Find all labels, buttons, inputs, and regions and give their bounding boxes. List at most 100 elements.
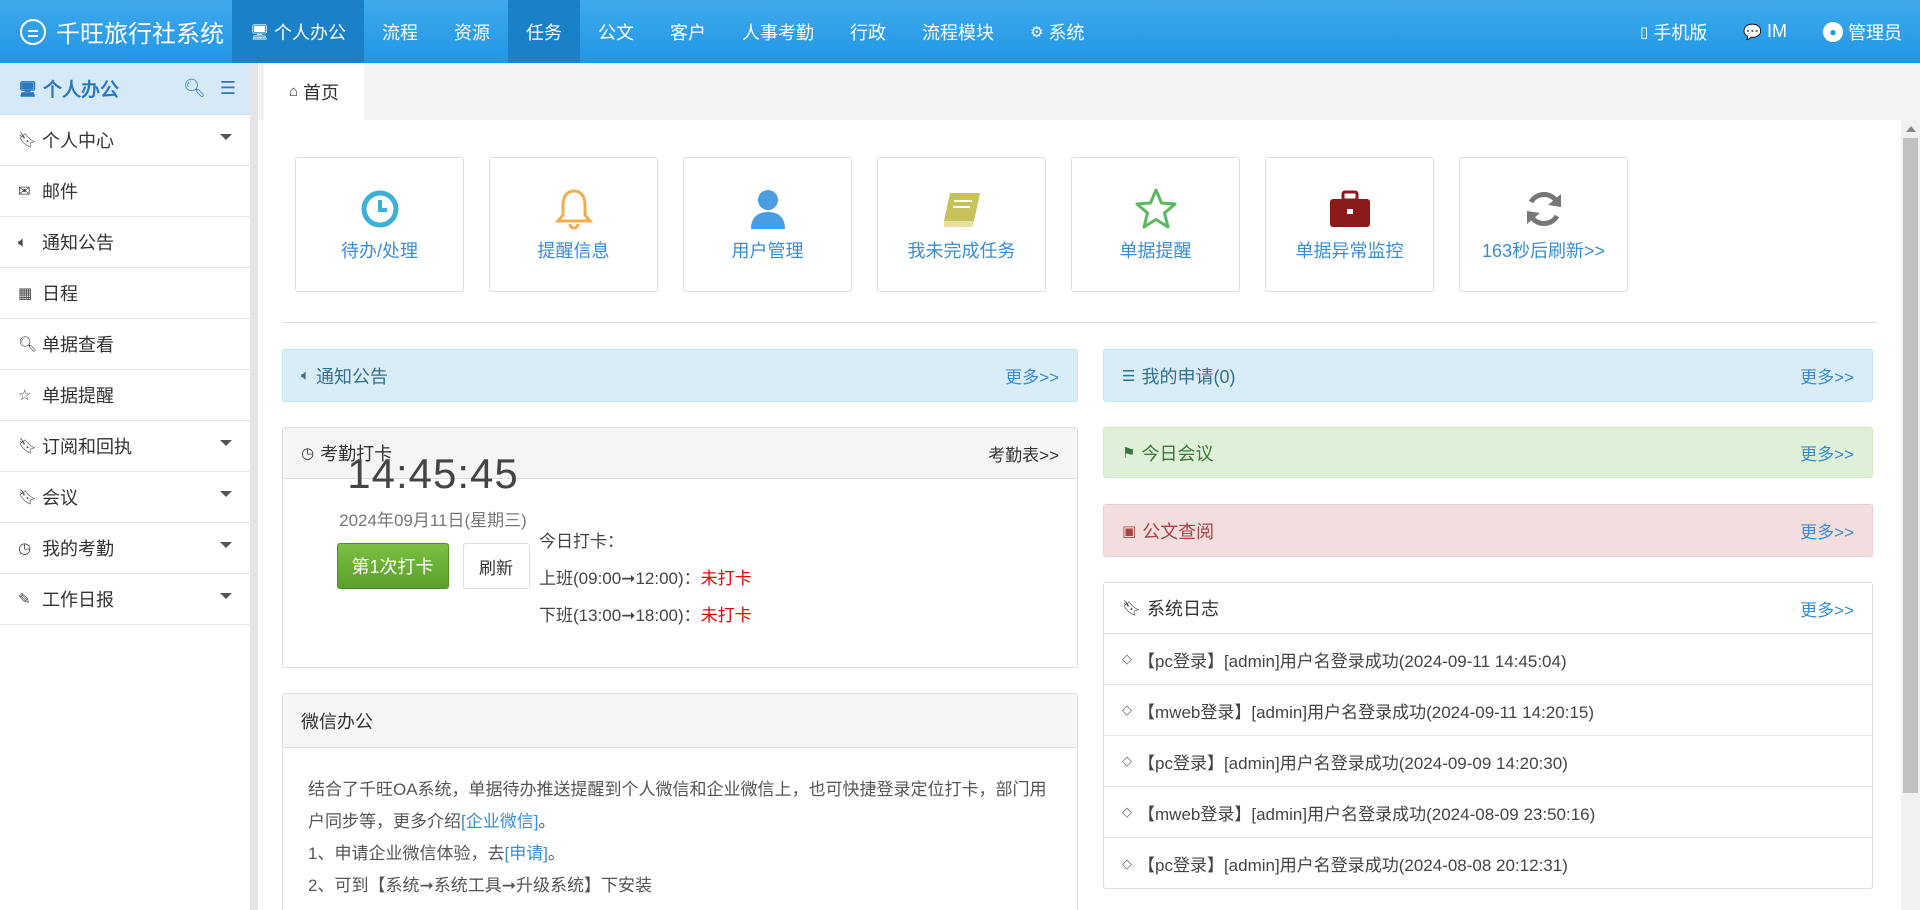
sidebar-item-document-reminder[interactable]: ☆ 单据提醒 — [0, 370, 250, 421]
caret-down-icon — [220, 593, 232, 599]
list-item[interactable]: ◇ 【mweb登录】[admin]用户名登录成功(2024-08-09 23:50… — [1104, 787, 1872, 838]
calendar-icon: ▦ — [18, 285, 33, 302]
search-icon[interactable]: 🔍︎ — [183, 78, 206, 99]
sidebar-item-subscription[interactable]: 🔖︎ 订阅和回执 — [0, 421, 250, 472]
mobile-icon: ▯ — [1640, 23, 1649, 41]
main-scrollbar[interactable] — [1901, 120, 1920, 910]
menu-icon[interactable]: ☰ — [220, 78, 236, 99]
gear-icon: ⚙ — [1030, 23, 1044, 41]
tile-document-reminder[interactable]: 单据提醒 — [1071, 157, 1240, 292]
avatar: ● — [1823, 21, 1843, 42]
chat-logo-icon — [20, 18, 46, 45]
bookmark-icon: 🔖︎ — [18, 489, 38, 506]
user-menu[interactable]: ● 管理员 — [1805, 0, 1920, 63]
today-punch-label: 今日打卡： — [539, 532, 624, 551]
my-apply-panel: ☰ 我的申请(0) 更多>> — [1103, 349, 1873, 402]
scroll-up-icon[interactable] — [1906, 126, 1916, 132]
star-icon — [1134, 187, 1178, 231]
home-icon: ⌂ — [288, 83, 299, 100]
sidebar-item-notice[interactable]: 🔈︎ 通知公告 — [0, 217, 250, 268]
bookmark-icon: 🔖︎ — [18, 438, 38, 455]
tile-unfinished-tasks[interactable]: 我未完成任务 — [877, 157, 1046, 292]
nav-item-process-module[interactable]: 流程模块 — [904, 0, 1012, 63]
sidebar-item-document-view[interactable]: 🔍︎ 单据查看 — [0, 319, 250, 370]
sidebar-item-my-attendance[interactable]: ◷ 我的考勤 — [0, 523, 250, 574]
my-apply-header: ☰ 我的申请(0) 更多>> — [1104, 350, 1872, 401]
tab-bar: ⌂ 首页 — [259, 63, 1920, 120]
status-badge: 未打卡 — [700, 569, 752, 588]
punch-button[interactable]: 第1次打卡 — [336, 543, 449, 589]
list-item[interactable]: ◇ 【pc登录】[admin]用户名登录成功(2024-08-08 20:12:3… — [1104, 838, 1872, 888]
caret-down-icon — [220, 440, 232, 446]
nav-item-task[interactable]: 任务 — [508, 0, 581, 63]
list-item[interactable]: ◇ 【pc登录】[admin]用户名登录成功(2024-09-11 14:45:0… — [1104, 634, 1872, 685]
apply-link[interactable]: [申请] — [504, 844, 547, 863]
attendance-sheet-link[interactable]: 考勤表>> — [988, 441, 1059, 466]
nav-item-hr-attendance[interactable]: 人事考勤 — [724, 0, 832, 63]
app-title: 千旺旅行社系统 — [56, 21, 224, 48]
nav-item-personal-office[interactable]: 🖥 个人办公 — [232, 0, 365, 63]
briefcase-icon — [1328, 187, 1372, 231]
wechat-body: 结合了千旺OA系统，单据待办推送提醒到个人微信和企业微信上，也可快捷登录定位打卡… — [283, 748, 1077, 910]
bookmark-icon: 🔖︎ — [18, 132, 38, 149]
shift-afternoon: 下班(13:00➞18:00)：未打卡 — [539, 606, 752, 625]
main-nav: 🖥 个人办公 流程 资源 任务 公文 客户 人事考勤 行政 流程模块 ⚙ 系统 — [232, 0, 1103, 63]
list-item[interactable]: ◇ 【pc登录】[admin]用户名登录成功(2024-09-09 14:20:3… — [1104, 736, 1872, 787]
sidebar-item-schedule[interactable]: ▦ 日程 — [0, 268, 250, 319]
brand[interactable]: 千旺旅行社系统 — [0, 0, 232, 63]
sidebar-item-mail[interactable]: ✉ 邮件 — [0, 166, 250, 217]
meeting-more-link[interactable]: 更多>> — [1800, 440, 1854, 465]
wechat-step-1: 1、申请企业微信体验，去[申请]。 — [308, 844, 565, 863]
nav-item-resource[interactable]: 资源 — [436, 0, 508, 63]
tile-refresh[interactable]: 163秒后刷新>> — [1459, 157, 1628, 292]
scrollbar-thumb[interactable] — [1903, 138, 1918, 793]
im-link[interactable]: 💬 IM — [1725, 0, 1805, 63]
clock-icon: ◷ — [18, 540, 32, 557]
doc-query-more-link[interactable]: 更多>> — [1800, 518, 1854, 543]
clock-icon — [360, 187, 400, 231]
nav-item-document[interactable]: 公文 — [580, 0, 652, 63]
enterprise-wechat-link[interactable]: [企业微信] — [461, 812, 538, 831]
tile-document-exception-monitor[interactable]: 单据异常监控 — [1265, 157, 1434, 292]
wechat-paragraph: 结合了千旺OA系统，单据待办推送提醒到个人微信和企业微信上，也可快捷登录定位打卡… — [308, 780, 1047, 831]
refresh-button[interactable]: 刷新 — [462, 543, 530, 589]
top-navbar: 千旺旅行社系统 🖥 个人办公 流程 资源 任务 公文 客户 人事考勤 行政 流程模… — [0, 0, 1920, 63]
current-date: 2024年09月11日(星期三) — [339, 511, 527, 530]
notice-panel: 🔈︎ 通知公告 更多>> — [282, 349, 1078, 402]
monitor-icon: 🖥 — [18, 80, 38, 98]
nav-item-process[interactable]: 流程 — [364, 0, 436, 63]
shortcut-tiles: 待办/处理 提醒信息 用户管理 我未完成任务 单据提醒 单据异常监控 163秒后… — [295, 157, 1628, 292]
tile-todo[interactable]: 待办/处理 — [295, 157, 464, 292]
tab-home[interactable]: ⌂ 首页 — [264, 63, 364, 120]
sidebar-item-daily-report[interactable]: ✎ 工作日报 — [0, 574, 250, 625]
syslog-more-link[interactable]: 更多>> — [1800, 596, 1854, 621]
sidebar-header: 🖥 个人办公 🔍︎ ☰ — [0, 63, 250, 115]
status-badge: 未打卡 — [700, 606, 752, 625]
nav-item-customer[interactable]: 客户 — [652, 0, 724, 63]
diamond-icon: ◇ — [1122, 855, 1132, 871]
star-icon: ☆ — [18, 387, 32, 404]
sidebar-item-meeting[interactable]: 🔖︎ 会议 — [0, 472, 250, 523]
notice-more-link[interactable]: 更多>> — [1005, 363, 1059, 388]
list-icon: ☰ — [1122, 367, 1136, 385]
envelope-icon: ✉ — [18, 183, 31, 200]
nav-item-admin[interactable]: 行政 — [832, 0, 904, 63]
caret-down-icon — [220, 491, 232, 497]
punch-status: 今日打卡： 上班(09:00➞12:00)：未打卡 下班(13:00➞18:00… — [539, 523, 752, 634]
mobile-version-link[interactable]: ▯ 手机版 — [1622, 0, 1725, 63]
nav-item-system[interactable]: ⚙ 系统 — [1012, 0, 1102, 63]
sidebar-scrollbar[interactable] — [250, 63, 258, 910]
sidebar: 🖥 个人办公 🔍︎ ☰ 🔖︎ 个人中心 ✉ 邮件 🔈︎ 通知公告 ▦ 日程 🔍︎ 单据查看… — [0, 63, 258, 910]
my-apply-more-link[interactable]: 更多>> — [1800, 363, 1854, 388]
tile-user-management[interactable]: 用户管理 — [683, 157, 852, 292]
main-content: 待办/处理 提醒信息 用户管理 我未完成任务 单据提醒 单据异常监控 163秒后… — [259, 120, 1901, 910]
diamond-icon: ◇ — [1122, 702, 1132, 717]
list-item[interactable]: ◇ 【mweb登录】[admin]用户名登录成功(2024-09-11 14:20… — [1104, 685, 1872, 736]
sidebar-item-personal-center[interactable]: 🔖︎ 个人中心 — [0, 115, 250, 166]
tile-reminder[interactable]: 提醒信息 — [489, 157, 658, 292]
syslog-header: 🔖︎ 系统日志 更多>> — [1104, 583, 1872, 634]
user-icon — [748, 187, 788, 231]
search-icon: 🔍︎ — [18, 336, 38, 353]
meeting-panel: ⚑ 今日会议 更多>> — [1103, 427, 1873, 478]
bell-icon — [552, 187, 596, 231]
